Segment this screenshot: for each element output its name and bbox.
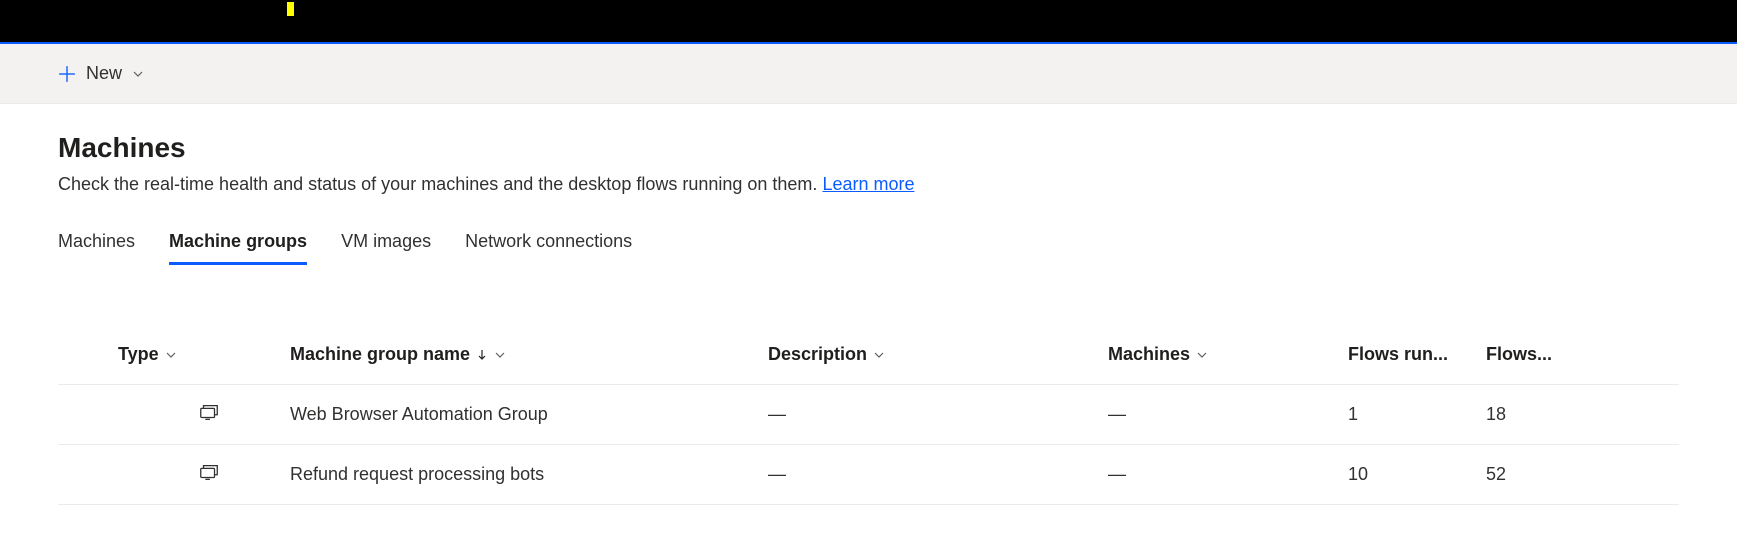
new-button-label: New	[86, 63, 122, 84]
col-header-flows-running-label: Flows run...	[1348, 344, 1448, 365]
cell-flows-queued: 18	[1486, 404, 1586, 425]
cell-name[interactable]: Web Browser Automation Group	[268, 404, 768, 425]
col-header-type[interactable]: Type	[58, 344, 268, 365]
cell-description: —	[768, 404, 1108, 425]
command-bar: New	[0, 44, 1737, 104]
tab-machine-groups[interactable]: Machine groups	[169, 231, 307, 265]
col-header-flows-queued[interactable]: Flows...	[1486, 344, 1586, 365]
new-button[interactable]: New	[50, 57, 152, 90]
tab-network-connections[interactable]: Network connections	[465, 231, 632, 265]
page-content: Machines Check the real-time health and …	[0, 104, 1737, 505]
machine-groups-table: Type Machine group name Description	[58, 325, 1679, 505]
chevron-down-icon	[165, 349, 177, 361]
col-header-flows-running[interactable]: Flows run...	[1348, 344, 1486, 365]
cell-type	[58, 401, 268, 428]
machine-group-icon	[198, 401, 220, 423]
cell-flows-running: 1	[1348, 404, 1486, 425]
cell-machines: —	[1108, 404, 1348, 425]
page-description: Check the real-time health and status of…	[58, 174, 1679, 195]
col-header-description-label: Description	[768, 344, 867, 365]
col-header-description[interactable]: Description	[768, 344, 1108, 365]
col-header-type-label: Type	[118, 344, 159, 365]
machine-group-icon	[198, 461, 220, 483]
sort-down-icon	[476, 349, 488, 361]
chevron-down-icon	[132, 68, 144, 80]
learn-more-link[interactable]: Learn more	[822, 174, 914, 194]
plus-icon	[58, 65, 76, 83]
col-header-name-label: Machine group name	[290, 344, 470, 365]
col-header-flows-queued-label: Flows...	[1486, 344, 1552, 365]
tabs: Machines Machine groups VM images Networ…	[58, 231, 1679, 265]
table-row[interactable]: Refund request processing bots — — 10 52	[58, 445, 1679, 505]
chevron-down-icon	[873, 349, 885, 361]
col-header-name[interactable]: Machine group name	[268, 344, 768, 365]
tab-vm-images[interactable]: VM images	[341, 231, 431, 265]
cell-name[interactable]: Refund request processing bots	[268, 464, 768, 485]
cell-flows-running: 10	[1348, 464, 1486, 485]
table-row[interactable]: Web Browser Automation Group — — 1 18	[58, 385, 1679, 445]
chevron-down-icon	[494, 349, 506, 361]
col-header-machines-label: Machines	[1108, 344, 1190, 365]
page-description-text: Check the real-time health and status of…	[58, 174, 822, 194]
table-header-row: Type Machine group name Description	[58, 325, 1679, 385]
cell-machines: —	[1108, 464, 1348, 485]
cell-description: —	[768, 464, 1108, 485]
cell-flows-queued: 52	[1486, 464, 1586, 485]
chevron-down-icon	[1196, 349, 1208, 361]
window-topbar	[0, 0, 1737, 44]
tab-machines[interactable]: Machines	[58, 231, 135, 265]
col-header-machines[interactable]: Machines	[1108, 344, 1348, 365]
page-title: Machines	[58, 132, 1679, 164]
cell-type	[58, 461, 268, 488]
